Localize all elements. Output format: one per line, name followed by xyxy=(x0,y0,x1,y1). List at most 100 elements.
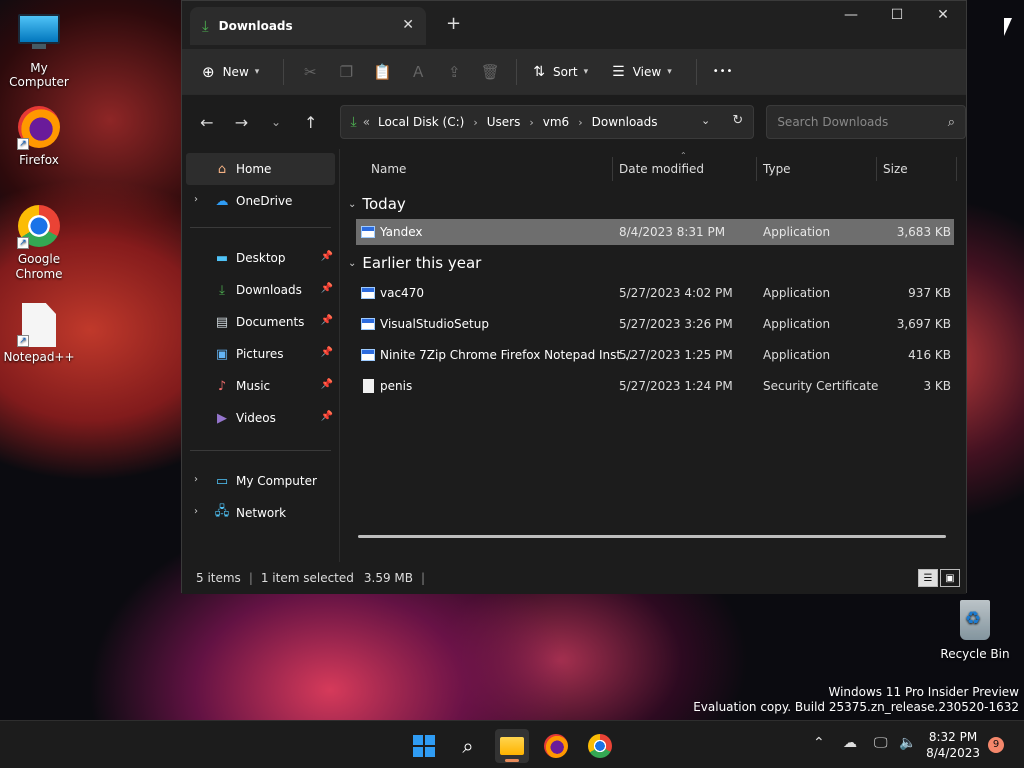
column-divider[interactable] xyxy=(756,157,757,181)
pin-icon[interactable]: 📌 xyxy=(321,411,333,422)
clock-date: 8/4/2023 xyxy=(926,746,980,760)
tiles-view-icon[interactable]: ▣ xyxy=(940,569,960,587)
volume-icon[interactable]: 🔈 xyxy=(899,735,916,751)
title-bar[interactable]: ⤓ Downloads ✕ + — ☐ ✕ xyxy=(182,1,966,49)
chevron-right-icon[interactable]: › xyxy=(194,194,198,205)
forward-arrow-icon[interactable]: → xyxy=(227,113,257,132)
video-icon: ▶ xyxy=(217,410,227,426)
breadcrumb-users[interactable]: Users xyxy=(487,115,521,129)
sidebar-item-network[interactable]: › 🖧 Network xyxy=(182,497,339,529)
copy-icon[interactable]: ❐ xyxy=(328,56,364,88)
sidebar-item-desktop[interactable]: ▬ Desktop 📌 xyxy=(182,242,339,274)
maximize-button[interactable]: ☐ xyxy=(874,7,920,23)
pin-icon[interactable]: 📌 xyxy=(321,379,333,390)
sort-button[interactable]: ⇅ Sort ▾ xyxy=(525,56,596,88)
table-row[interactable]: vac470 5/27/2023 4:02 PM Application 937… xyxy=(340,278,966,309)
firefox-taskbar-button[interactable] xyxy=(539,729,573,763)
pin-icon[interactable]: 📌 xyxy=(321,251,333,262)
search-icon[interactable]: ⌕ xyxy=(948,115,955,130)
sidebar-item-label: Videos xyxy=(236,411,276,425)
document-icon: ▤ xyxy=(215,314,229,330)
view-button[interactable]: ☰ View ▾ xyxy=(604,56,680,88)
rename-icon[interactable]: Ａ xyxy=(400,56,436,88)
pin-icon[interactable]: 📌 xyxy=(321,315,333,326)
group-header-earlier[interactable]: ⌄ Earlier this year xyxy=(340,248,966,278)
file-size: 416 KB xyxy=(908,348,951,362)
sidebar-item-videos[interactable]: ▶ Videos 📌 xyxy=(182,402,339,434)
recent-locations-icon[interactable]: ⌄ xyxy=(261,115,291,129)
column-date-modified[interactable]: Date modified xyxy=(619,162,704,176)
desktop-icon-chrome[interactable]: ↗ Google Chrome xyxy=(1,205,77,282)
show-hidden-icons-chevron-icon[interactable]: ⌃ xyxy=(813,735,825,751)
cut-icon[interactable]: ✂ xyxy=(292,56,328,88)
table-row[interactable]: VisualStudioSetup 5/27/2023 3:26 PM Appl… xyxy=(340,309,966,340)
tab-downloads[interactable]: ⤓ Downloads ✕ xyxy=(190,7,426,45)
search-box[interactable]: ⌕ xyxy=(766,105,967,139)
chevron-right-icon[interactable]: › xyxy=(194,506,198,517)
search-taskbar-button[interactable]: ⌕ xyxy=(451,729,485,763)
refresh-icon[interactable]: ↻ xyxy=(732,113,743,128)
column-type[interactable]: Type xyxy=(763,162,791,176)
pin-icon[interactable]: 📌 xyxy=(321,283,333,294)
notification-badge[interactable]: 9 xyxy=(988,737,1004,753)
clock[interactable]: 8:32 PM 8/4/2023 xyxy=(926,729,980,761)
command-bar: ⊕ New ▾ ✂ ❐ 📋 Ａ ⇪ 🗑 ⇅ Sort ▾ ☰ View ▾ ••… xyxy=(182,49,966,95)
chevron-right-icon[interactable]: › xyxy=(194,474,198,485)
column-divider[interactable] xyxy=(876,157,877,181)
group-label: Earlier this year xyxy=(362,254,482,272)
paste-icon[interactable]: 📋 xyxy=(364,56,400,88)
desktop-icon-label: Recycle Bin xyxy=(940,647,1010,661)
minimize-button[interactable]: — xyxy=(828,7,874,23)
file-explorer-taskbar-button[interactable] xyxy=(495,729,529,763)
column-size[interactable]: Size xyxy=(883,162,908,176)
table-row[interactable]: Yandex 8/4/2023 8:31 PM Application 3,68… xyxy=(356,219,954,245)
breadcrumb-local-disk[interactable]: Local Disk (C:) xyxy=(378,115,464,129)
details-view-icon[interactable]: ☰ xyxy=(918,569,938,587)
file-type: Security Certificate xyxy=(763,379,879,393)
sidebar-item-my-computer[interactable]: › ▭ My Computer xyxy=(182,465,339,497)
breadcrumb-downloads[interactable]: Downloads xyxy=(592,115,658,129)
network-icon[interactable]: 🖵 xyxy=(874,735,888,751)
up-arrow-icon[interactable]: ↑ xyxy=(296,113,326,132)
breadcrumb-vm6[interactable]: vm6 xyxy=(543,115,569,129)
close-window-button[interactable]: ✕ xyxy=(920,7,966,23)
back-arrow-icon[interactable]: ← xyxy=(192,113,222,132)
column-divider[interactable] xyxy=(612,157,613,181)
table-row[interactable]: penis 5/27/2023 1:24 PM Security Certifi… xyxy=(340,371,966,402)
group-header-today[interactable]: ⌄ Today xyxy=(340,189,966,219)
sidebar-item-documents[interactable]: ▤ Documents 📌 xyxy=(182,306,339,338)
watermark-edition: Windows 11 Pro Insider Preview xyxy=(828,685,1019,699)
sidebar-item-onedrive[interactable]: › ☁ OneDrive xyxy=(182,185,339,217)
file-date: 5/27/2023 1:25 PM xyxy=(619,348,733,362)
new-tab-button[interactable]: + xyxy=(446,13,461,34)
more-options-button[interactable]: ••• xyxy=(705,56,742,88)
address-bar[interactable]: ⤓ « Local Disk (C:) › Users › vm6 › Down… xyxy=(339,105,755,139)
breadcrumb-overflow[interactable]: « xyxy=(363,115,370,129)
desktop-icon-recycle-bin[interactable]: Recycle Bin xyxy=(937,600,1013,661)
new-button[interactable]: ⊕ New ▾ xyxy=(194,56,267,88)
column-name[interactable]: Name xyxy=(371,162,406,176)
new-label: New xyxy=(222,64,249,79)
sidebar-item-pictures[interactable]: ▣ Pictures 📌 xyxy=(182,338,339,370)
desktop-icon-firefox[interactable]: ↗ Firefox xyxy=(1,106,77,167)
close-tab-icon[interactable]: ✕ xyxy=(402,17,414,33)
delete-icon[interactable]: 🗑 xyxy=(472,56,508,88)
sidebar-item-home[interactable]: ⌂ Home xyxy=(186,153,335,185)
start-button[interactable] xyxy=(407,729,441,763)
table-row[interactable]: Ninite 7Zip Chrome Firefox Notepad Inst.… xyxy=(340,340,966,371)
horizontal-scrollbar[interactable] xyxy=(358,535,946,538)
desktop-icon-notepadpp[interactable]: ↗ Notepad++ xyxy=(1,303,77,364)
pin-icon[interactable]: 📌 xyxy=(321,347,333,358)
sidebar-item-music[interactable]: ♪ Music 📌 xyxy=(182,370,339,402)
column-divider[interactable] xyxy=(956,157,957,181)
chevron-down-icon: ▾ xyxy=(254,66,260,77)
desktop-icon-my-computer[interactable]: My Computer xyxy=(1,8,77,89)
onedrive-offline-icon[interactable]: ☁ xyxy=(843,735,857,751)
sidebar-item-downloads[interactable]: ⤓ Downloads 📌 xyxy=(182,274,339,306)
application-icon xyxy=(361,318,375,330)
chrome-taskbar-button[interactable] xyxy=(583,729,617,763)
share-icon[interactable]: ⇪ xyxy=(436,56,472,88)
search-input[interactable] xyxy=(777,115,938,129)
chevron-down-icon[interactable]: ⌄ xyxy=(701,114,710,127)
desktop-folder-icon: ▬ xyxy=(215,250,229,266)
